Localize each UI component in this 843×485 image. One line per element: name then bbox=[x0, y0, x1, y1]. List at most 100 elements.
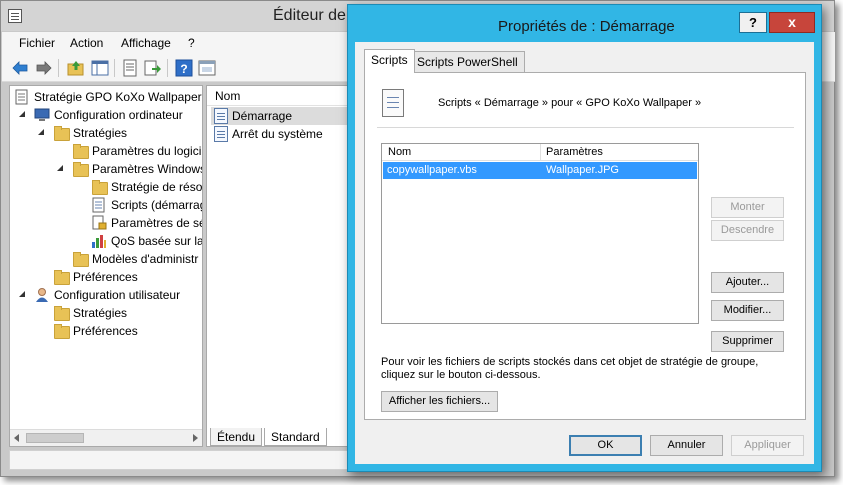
show-files-button[interactable]: Afficher les fichiers... bbox=[381, 391, 498, 412]
view-tabs: Étendu Standard bbox=[206, 428, 354, 446]
scripts-table[interactable]: Nom Paramètres copywallpaper.vbs Wallpap… bbox=[381, 143, 699, 324]
script-params-cell: Wallpaper.JPG bbox=[546, 164, 619, 176]
dialog-close-button[interactable]: x bbox=[769, 12, 815, 33]
tree-item-security-settings[interactable]: Paramètres de sé bbox=[10, 214, 202, 232]
tree-item-scripts-startup[interactable]: Scripts (démarrag bbox=[10, 196, 203, 214]
menu-fichier[interactable]: Fichier bbox=[19, 36, 55, 50]
menu-help[interactable]: ? bbox=[188, 36, 195, 50]
collapse-arrow-icon[interactable] bbox=[39, 271, 48, 281]
collapse-arrow-icon[interactable] bbox=[58, 145, 67, 155]
tree-item-windows-settings[interactable]: Paramètres Windows bbox=[10, 160, 203, 178]
column-header-params[interactable]: Paramètres bbox=[546, 146, 603, 158]
cancel-button[interactable]: Annuler bbox=[650, 435, 723, 456]
tab-standard[interactable]: Standard bbox=[264, 428, 327, 446]
tree-label: Configuration utilisateur bbox=[54, 288, 181, 302]
tree-item-software-settings[interactable]: Paramètres du logici bbox=[10, 142, 202, 160]
move-up-button[interactable]: Monter bbox=[711, 197, 784, 218]
tree-item-name-resolution-policy[interactable]: Stratégie de résol bbox=[10, 178, 202, 196]
app-icon bbox=[8, 9, 22, 23]
folder-icon bbox=[53, 125, 70, 141]
folder-icon bbox=[53, 305, 70, 321]
column-name-header[interactable]: Nom bbox=[215, 89, 240, 103]
tree-item-computer-preferences[interactable]: Préférences bbox=[10, 268, 202, 286]
add-button[interactable]: Ajouter... bbox=[711, 272, 784, 293]
show-files-info-text: Pour voir les fichiers de scripts stocké… bbox=[381, 356, 759, 381]
expand-arrow-icon[interactable] bbox=[18, 290, 27, 299]
scripts-tab-panel: Scripts « Démarrage » pour « GPO KoXo Wa… bbox=[364, 72, 806, 420]
collapse-arrow-icon[interactable] bbox=[77, 217, 86, 227]
tree-item-qos[interactable]: QoS basée sur la bbox=[10, 232, 202, 250]
tree-label: Scripts (démarrag bbox=[111, 198, 203, 212]
tree-pane[interactable]: Stratégie GPO KoXo Wallpaper [ Configura… bbox=[9, 85, 203, 447]
delete-button[interactable]: Supprimer bbox=[711, 331, 784, 352]
tree-item-computer-config[interactable]: Configuration ordinateur bbox=[10, 106, 202, 124]
tab-extended[interactable]: Étendu bbox=[210, 428, 263, 446]
tree-label: Configuration ordinateur bbox=[54, 108, 183, 122]
list-column-header[interactable]: Nom bbox=[207, 86, 353, 106]
tree-label: Paramètres Windows bbox=[92, 162, 203, 176]
dialog-body: Scripts Scripts PowerShell Scripts « Dém… bbox=[355, 42, 814, 464]
tree-label: Stratégies bbox=[73, 306, 128, 320]
script-icon bbox=[214, 108, 228, 124]
tree-item-user-config[interactable]: Configuration utilisateur bbox=[10, 286, 202, 304]
apply-button[interactable]: Appliquer bbox=[731, 435, 804, 456]
tree-label: Stratégies bbox=[73, 126, 128, 140]
tree-label: Stratégie GPO KoXo Wallpaper [ bbox=[34, 90, 203, 104]
tree-label: Préférences bbox=[73, 270, 138, 284]
up-folder-icon[interactable] bbox=[67, 59, 85, 77]
collapse-arrow-icon[interactable] bbox=[39, 307, 48, 317]
tree-item-computer-strategies[interactable]: Stratégies bbox=[10, 124, 202, 142]
tree-label: Paramètres du logici bbox=[92, 144, 202, 158]
edit-button[interactable]: Modifier... bbox=[711, 300, 784, 321]
help-icon[interactable]: ? bbox=[175, 59, 193, 77]
dialog-title: Propriétés de : Démarrage bbox=[498, 18, 675, 35]
export-icon[interactable] bbox=[144, 59, 162, 77]
tree-horizontal-scrollbar[interactable] bbox=[10, 429, 202, 446]
list-item-startup[interactable]: Démarrage bbox=[211, 107, 353, 125]
scroll-thumb[interactable] bbox=[26, 433, 84, 443]
tree-item-user-strategies[interactable]: Stratégies bbox=[10, 304, 202, 322]
show-hide-tree-icon[interactable] bbox=[91, 59, 109, 77]
column-separator[interactable] bbox=[540, 144, 541, 161]
computer-icon bbox=[34, 108, 50, 121]
details-list-pane[interactable]: Nom Démarrage Arrêt du système bbox=[206, 85, 354, 447]
ok-button[interactable]: OK bbox=[569, 435, 642, 456]
toolbar-separator bbox=[114, 59, 115, 77]
tree-item-gpo-root[interactable]: Stratégie GPO KoXo Wallpaper [ bbox=[10, 88, 203, 106]
expand-arrow-icon[interactable] bbox=[37, 128, 46, 137]
move-down-button[interactable]: Descendre bbox=[711, 220, 784, 241]
menu-affichage[interactable]: Affichage bbox=[121, 36, 171, 50]
user-icon bbox=[36, 288, 48, 302]
folder-icon bbox=[72, 251, 89, 267]
scroll-right-icon[interactable] bbox=[193, 434, 198, 442]
collapse-arrow-icon[interactable] bbox=[77, 181, 86, 191]
scroll-left-icon[interactable] bbox=[14, 434, 19, 442]
column-header-name[interactable]: Nom bbox=[388, 146, 411, 158]
collapse-arrow-icon[interactable] bbox=[39, 325, 48, 335]
console-icon[interactable] bbox=[198, 59, 216, 77]
folder-icon bbox=[53, 269, 70, 285]
collapse-arrow-icon[interactable] bbox=[77, 235, 86, 245]
folder-icon bbox=[72, 143, 89, 159]
policy-document-icon bbox=[15, 89, 28, 105]
list-item-shutdown[interactable]: Arrêt du système bbox=[211, 125, 353, 143]
tree-item-admin-templates[interactable]: Modèles d'administr bbox=[10, 250, 202, 268]
expand-arrow-icon[interactable] bbox=[18, 110, 27, 119]
list-item-label: Arrêt du système bbox=[232, 127, 323, 141]
tab-scripts-powershell[interactable]: Scripts PowerShell bbox=[410, 51, 525, 72]
collapse-arrow-icon[interactable] bbox=[58, 253, 67, 263]
script-icon bbox=[214, 126, 228, 142]
tree-item-user-preferences[interactable]: Préférences bbox=[10, 322, 202, 340]
forward-arrow-icon[interactable] bbox=[35, 59, 53, 77]
bar-chart-icon bbox=[92, 235, 106, 248]
menu-action[interactable]: Action bbox=[70, 36, 103, 50]
properties-icon[interactable] bbox=[121, 59, 139, 77]
tab-scripts[interactable]: Scripts bbox=[364, 49, 415, 73]
expand-arrow-icon[interactable] bbox=[56, 164, 65, 173]
divider bbox=[377, 127, 794, 128]
table-row[interactable]: copywallpaper.vbs Wallpaper.JPG bbox=[383, 162, 697, 179]
script-document-icon bbox=[382, 89, 404, 117]
dialog-help-button[interactable]: ? bbox=[739, 12, 767, 33]
back-arrow-icon[interactable] bbox=[11, 59, 29, 77]
list-item-label: Démarrage bbox=[232, 109, 293, 123]
